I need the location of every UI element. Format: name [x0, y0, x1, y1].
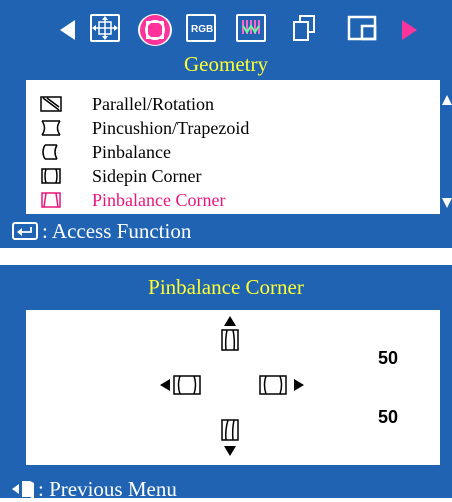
previous-menu-hint: : Previous Menu	[12, 477, 177, 502]
enter-key-icon	[12, 222, 38, 240]
pinbalance-corner-panel: Pinbalance Corner 50 50 : Previous Menu	[0, 265, 452, 501]
exit-icon	[12, 481, 34, 499]
access-function-hint: : Access Function	[12, 219, 191, 244]
color-bars-icon[interactable]	[236, 14, 266, 42]
scroll-up-arrow-icon[interactable]	[442, 95, 452, 105]
right-arrow-icon[interactable]	[402, 20, 417, 40]
scroll-down-arrow-icon[interactable]	[442, 198, 452, 208]
geometry-menu-list: Parallel/Rotation Pincushion/Trapezoid P…	[26, 80, 440, 214]
up-adjust-icon[interactable]	[220, 316, 240, 360]
menu-item-label: Pinbalance Corner	[92, 190, 226, 210]
previous-menu-label: : Previous Menu	[38, 477, 177, 501]
menu-item-label: Parallel/Rotation	[92, 94, 214, 114]
down-adjust-icon[interactable]	[220, 416, 240, 460]
menu-item-parallel-rotation[interactable]: Parallel/Rotation	[26, 92, 426, 116]
access-function-label: : Access Function	[42, 219, 192, 243]
pinbalance-corner-adjust-area: 50 50	[26, 310, 440, 465]
menu-item-pinbalance-corner[interactable]: Pinbalance Corner	[26, 188, 426, 212]
menu-icon-toolbar: RGB	[0, 14, 452, 54]
left-arrow-icon[interactable]	[60, 20, 75, 40]
pinbalance-corner-title: Pinbalance Corner	[148, 275, 304, 299]
menu-item-pincushion-trapezoid[interactable]: Pincushion/Trapezoid	[26, 116, 426, 140]
right-adjust-icon[interactable]	[258, 374, 304, 396]
lower-value: 50	[378, 407, 399, 427]
position-icon[interactable]	[90, 14, 120, 42]
menu-item-label: Sidepin Corner	[92, 166, 202, 186]
left-adjust-icon[interactable]	[160, 374, 206, 396]
sidepin-corner-icon	[41, 168, 61, 184]
svg-text:RGB: RGB	[191, 24, 213, 35]
menu-item-label: Pincushion/Trapezoid	[92, 118, 250, 138]
menu-item-pinbalance[interactable]: Pinbalance	[26, 140, 426, 164]
parallel-rotation-icon	[40, 96, 62, 112]
geometry-menu-title: Geometry	[184, 52, 268, 76]
menu-item-label: Pinbalance	[92, 142, 171, 162]
pincushion-trapezoid-icon	[41, 120, 61, 136]
menu-item-sidepin-corner[interactable]: Sidepin Corner	[26, 164, 426, 188]
window-icon[interactable]	[346, 14, 380, 44]
geometry-icon[interactable]	[138, 14, 172, 46]
rgb-icon[interactable]: RGB	[186, 14, 216, 42]
multi-window-icon[interactable]	[290, 14, 320, 44]
geometry-menu-panel: RGB Geometry Parallel/Rotation Pincushio…	[0, 0, 452, 248]
pinbalance-corner-icon	[41, 192, 61, 208]
pinbalance-icon	[42, 144, 58, 160]
upper-value: 50	[378, 348, 399, 368]
